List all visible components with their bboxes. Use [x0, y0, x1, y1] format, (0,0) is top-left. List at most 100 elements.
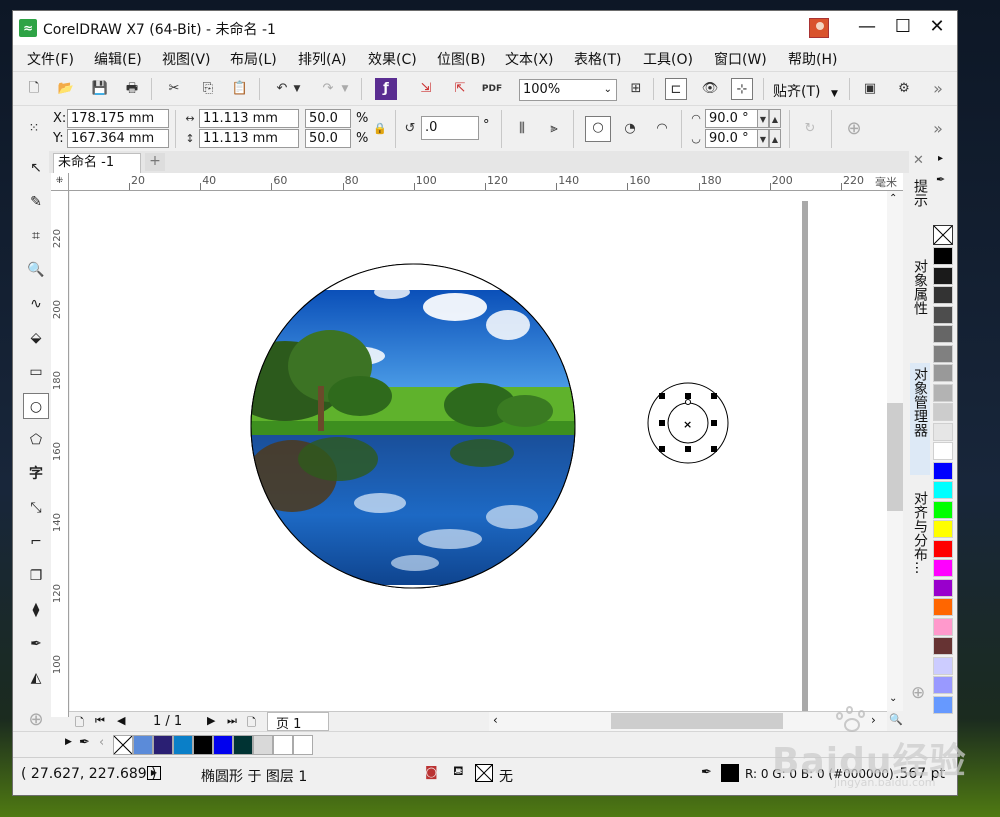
palette-swatch[interactable] — [933, 305, 953, 324]
paste-icon[interactable]: 📋 — [229, 78, 251, 100]
palette-swatch[interactable] — [933, 637, 953, 655]
palette-swatch[interactable] — [933, 539, 953, 558]
menu-view[interactable]: 视图(V) — [162, 49, 211, 69]
quick-customize-icon[interactable]: ⊕ — [843, 118, 865, 140]
drop-shadow-tool-icon[interactable]: ❐ — [23, 563, 49, 589]
close-button[interactable]: ✕ — [919, 13, 955, 41]
palette-swatch[interactable] — [933, 559, 953, 577]
doc-palette-scroll-left-icon[interactable]: ‹ — [99, 735, 104, 750]
print-icon[interactable]: 🖶 — [121, 78, 143, 100]
fill-indicator-icon[interactable]: ◙ — [425, 765, 438, 780]
palette-swatch[interactable] — [933, 617, 953, 636]
horizontal-ruler[interactable]: 20 40 60 80 100 120 140 160 180 200 220 毫米 — [69, 173, 903, 191]
doc-palette-swatch[interactable] — [153, 735, 173, 755]
undo-dropdown-icon[interactable]: ▼ — [291, 78, 303, 100]
selection-handle[interactable] — [659, 446, 665, 452]
redo-dropdown-icon[interactable]: ▼ — [339, 78, 351, 100]
interactive-fill-tool-icon[interactable]: ◭ — [23, 665, 49, 691]
palette-swatch[interactable] — [933, 442, 953, 460]
redo-icon[interactable]: ↷ — [317, 78, 339, 100]
menu-layout[interactable]: 布局(L) — [230, 49, 277, 69]
doc-palette-swatch[interactable] — [193, 735, 213, 755]
scroll-down-icon[interactable]: ⌄ — [889, 693, 897, 704]
scale-y-field[interactable]: 50.0 — [305, 129, 351, 148]
palette-swatch[interactable] — [933, 500, 953, 519]
doc-palette-no-color[interactable] — [113, 735, 133, 755]
options-icon[interactable]: ▣ — [859, 78, 881, 100]
palette-swatch[interactable] — [933, 656, 953, 675]
ruler-origin[interactable]: ⁜ — [51, 173, 69, 191]
pick-tool-icon[interactable]: ↖ — [23, 155, 49, 181]
guidelines-icon[interactable]: ⊹ — [731, 78, 753, 100]
page-tab[interactable]: 页 1 — [267, 712, 329, 732]
menu-file[interactable]: 文件(F) — [27, 49, 74, 69]
undo-icon[interactable]: ↶ — [271, 78, 293, 100]
polygon-tool-icon[interactable]: ⬠ — [23, 427, 49, 453]
copy-icon[interactable]: ⎘ — [197, 78, 219, 100]
new-document-icon[interactable]: 🗋 — [23, 78, 45, 100]
import-icon[interactable]: ⇲ — [415, 78, 437, 100]
eyedropper-icon[interactable]: ✒ — [936, 173, 945, 186]
mirror-horizontal-icon[interactable]: ⫼ — [511, 118, 533, 140]
palette-swatch[interactable] — [933, 422, 953, 441]
palette-swatch[interactable] — [933, 247, 953, 265]
doc-palette-swatch[interactable] — [273, 735, 293, 755]
pie-mode-icon[interactable]: ◔ — [619, 118, 641, 140]
close-docker-icon[interactable]: ✕ — [913, 153, 924, 168]
zoom-to-page-icon[interactable]: ⊞ — [625, 78, 647, 100]
doc-palette-eyedropper-icon[interactable]: ✒ — [79, 735, 90, 750]
selection-handle[interactable] — [711, 446, 717, 452]
doc-palette-swatch[interactable] — [213, 735, 233, 755]
ellipse-mode-icon[interactable]: ○ — [585, 116, 611, 142]
palette-swatch[interactable] — [933, 266, 953, 285]
mirror-vertical-icon[interactable]: ⫸ — [543, 118, 565, 140]
add-document-icon[interactable]: + — [145, 153, 165, 171]
height-field[interactable]: 11.113 mm — [199, 129, 299, 148]
view-mode-icon[interactable]: 👁 — [699, 78, 721, 100]
horizontal-scroll-thumb[interactable] — [611, 713, 783, 729]
selection-handle[interactable] — [711, 420, 717, 426]
rectangle-tool-icon[interactable]: ▭ — [23, 359, 49, 385]
scroll-left-icon[interactable]: ‹ — [493, 713, 498, 727]
save-icon[interactable]: 💾 — [89, 78, 111, 100]
vertical-scroll-thumb[interactable] — [887, 403, 903, 511]
menu-help[interactable]: 帮助(H) — [788, 49, 837, 69]
palette-swatch[interactable] — [933, 520, 953, 538]
fill-bucket-icon[interactable]: ⛾ — [453, 764, 464, 781]
change-direction-icon[interactable]: ↻ — [799, 118, 821, 140]
menu-table[interactable]: 表格(T) — [574, 49, 621, 69]
zoom-level-select[interactable]: 100% ⌄ — [519, 79, 617, 101]
object-origin-icon[interactable]: ⁙ — [23, 118, 45, 140]
drawing-canvas[interactable]: × — [70, 191, 887, 711]
first-page-icon[interactable]: ⏮ — [95, 714, 105, 728]
publish-pdf-icon[interactable]: PDF — [481, 78, 503, 100]
palette-scroll-up-icon[interactable]: ▸ — [938, 153, 943, 164]
end-angle-field[interactable]: 90.0 ° — [705, 129, 759, 148]
vertical-ruler[interactable]: 220 200 180 160 140 120 100 — [51, 191, 69, 717]
transparency-tool-icon[interactable]: ⧫ — [23, 597, 49, 623]
snap-to-menu[interactable]: 贴齐(T) ▼ — [773, 81, 838, 101]
text-tool-icon[interactable]: 字 — [23, 461, 49, 487]
menu-window[interactable]: 窗口(W) — [714, 49, 767, 69]
selection-handle[interactable] — [659, 420, 665, 426]
cut-icon[interactable]: ✂ — [163, 78, 185, 100]
lock-ratio-icon[interactable]: 🔒 — [369, 118, 391, 140]
doc-palette-swatch[interactable] — [133, 735, 153, 755]
connector-tool-icon[interactable]: ⌐ — [23, 529, 49, 555]
previous-page-icon[interactable]: ◀ — [117, 714, 125, 727]
docker-tab-hints[interactable]: 提示 — [910, 175, 930, 235]
smart-fill-tool-icon[interactable]: ⬙ — [23, 325, 49, 351]
menu-tools[interactable]: 工具(O) — [643, 49, 693, 69]
palette-swatch[interactable] — [933, 344, 953, 363]
menu-edit[interactable]: 编辑(E) — [94, 49, 142, 69]
y-position-field[interactable]: 167.364 mm — [67, 129, 169, 148]
docker-tab-object-manager[interactable]: 对象管理器 — [910, 363, 930, 475]
landscape-photo-clipped[interactable] — [225, 285, 577, 595]
parallel-dimension-tool-icon[interactable]: ⤡ — [23, 495, 49, 521]
scroll-up-icon[interactable]: ⌃ — [889, 193, 897, 204]
export-icon[interactable]: ⇱ — [449, 78, 471, 100]
minimize-button[interactable]: — — [849, 13, 885, 41]
scale-x-field[interactable]: 50.0 — [305, 109, 351, 128]
menu-effects[interactable]: 效果(C) — [368, 49, 417, 69]
doc-palette-menu-icon[interactable]: ▶ — [65, 737, 72, 747]
